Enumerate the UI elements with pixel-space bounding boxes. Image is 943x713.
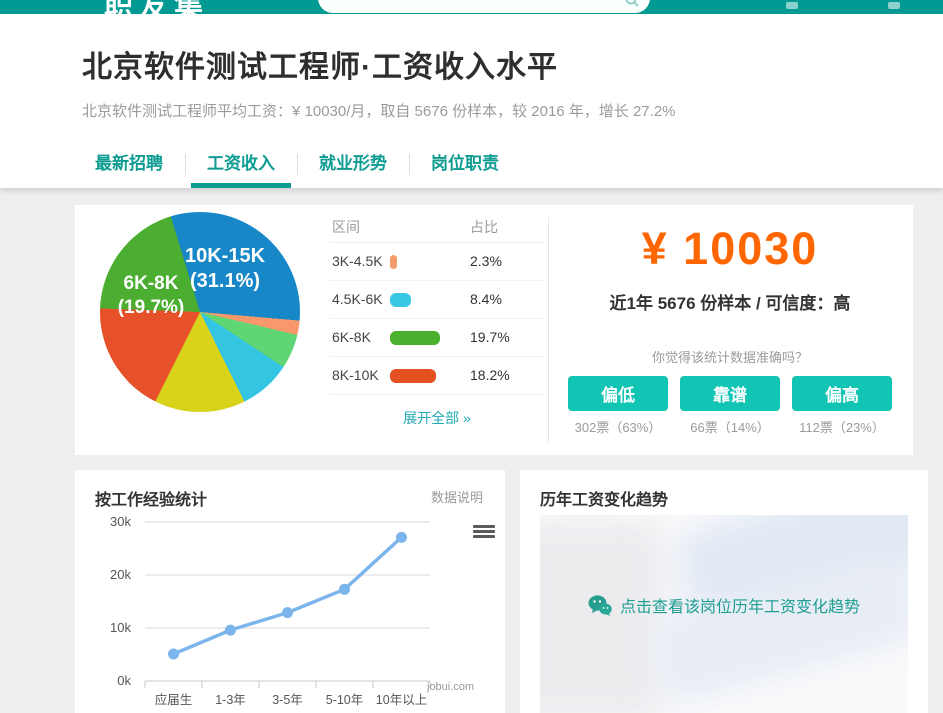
sample-info: 近1年 5676 份样本 / 可信度：高 — [560, 289, 900, 314]
trend-card: 历年工资变化趋势 点击查看该岗位历年工资变化趋势 — [520, 470, 928, 713]
tab-employment-outlook[interactable]: 就业形势 — [297, 142, 409, 188]
wechat-icon — [588, 595, 612, 616]
vote-question: 你觉得该统计数据准确吗？ — [560, 347, 900, 366]
pie-label-line: 10K-15K — [168, 244, 282, 269]
trend-link-text[interactable]: 点击查看该岗位历年工资变化趋势 — [620, 593, 860, 617]
svg-text:3-5年: 3-5年 — [272, 693, 303, 707]
percent-value: 19.7% — [470, 329, 510, 345]
svg-text:0k: 0k — [117, 673, 131, 688]
col-header-range: 区间 — [332, 217, 360, 237]
range-label: 8K-10K — [332, 367, 379, 383]
salary-overview-card: 10K-15K (31.1%) 6K-8K (19.7%) 区间 占比 3K-4… — [75, 205, 913, 455]
vote-fair-button[interactable]: 靠谱 — [680, 376, 780, 411]
percent-value: 2.3% — [470, 253, 502, 269]
vote-count: 302票（63%） — [562, 417, 674, 436]
vote-col-low: 偏低 302票（63%） — [562, 376, 674, 436]
tab-job-duties[interactable]: 岗位职责 — [409, 142, 521, 188]
svg-text:20k: 20k — [110, 567, 131, 582]
expand-all-link[interactable]: 展开全部 » — [330, 408, 544, 428]
trend-link-row[interactable]: 点击查看该岗位历年工资变化趋势 — [540, 593, 908, 617]
experience-line-chart: 0k 10k 20k 30k 应届生 1-3年 3-5年 5-10年 10年以上 — [83, 508, 483, 713]
page-root: 职友集 北京软件测试工程师·工资收入水平 北京软件测试工程师平均工资：¥ 100… — [0, 0, 943, 713]
salary-distribution-table: 区间 占比 3K-4.5K 2.3% 4.5K-6K 8.4% 6K-8K 19… — [330, 213, 544, 428]
table-header-row: 区间 占比 — [330, 213, 544, 243]
vote-buttons-row: 偏低 302票（63%） 靠谱 66票（14%） 偏高 112票（23%） — [560, 376, 900, 436]
page-header: 北京软件测试工程师·工资收入水平 北京软件测试工程师平均工资：¥ 10030/月… — [0, 14, 943, 188]
pie-label-6k-8k: 6K-8K (19.7%) — [100, 272, 202, 320]
range-bar — [390, 369, 436, 383]
search-box — [318, 0, 650, 13]
experience-chart-title: 按工作经验统计 — [95, 486, 207, 510]
header-icon[interactable] — [786, 2, 798, 9]
table-row: 6K-8K 19.7% — [330, 319, 544, 357]
col-header-percent: 占比 — [470, 217, 498, 237]
range-label: 6K-8K — [332, 329, 371, 345]
table-row: 8K-10K 18.2% — [330, 357, 544, 395]
percent-value: 8.4% — [470, 291, 502, 307]
table-row: 4.5K-6K 8.4% — [330, 281, 544, 319]
range-bar — [390, 331, 440, 345]
top-nav-bar: 职友集 — [0, 0, 943, 14]
page-subtitle: 北京软件测试工程师平均工资：¥ 10030/月，取自 5676 份样本，较 20… — [82, 100, 676, 121]
tab-salary-income[interactable]: 工资收入 — [185, 142, 297, 188]
average-salary-value: ¥ 10030 — [560, 223, 900, 275]
range-bar — [390, 255, 397, 269]
experience-chart-card: 按工作经验统计 数据说明 0k 10k 20k 30k 应届生 1-3年 3-5年 5-10年… — [75, 470, 505, 713]
page-title: 北京软件测试工程师·工资收入水平 — [82, 42, 558, 86]
vertical-divider — [548, 217, 549, 443]
search-icon[interactable] — [624, 0, 640, 8]
vote-low-button[interactable]: 偏低 — [568, 376, 668, 411]
pie-label-line: (19.7%) — [100, 296, 202, 320]
search-input[interactable] — [332, 0, 612, 11]
svg-text:10k: 10k — [110, 620, 131, 635]
tab-bar: 最新招聘 工资收入 就业形势 岗位职责 — [73, 142, 521, 188]
svg-text:30k: 30k — [110, 514, 131, 529]
vote-high-button[interactable]: 偏高 — [792, 376, 892, 411]
vote-count: 112票（23%） — [786, 417, 898, 436]
percent-value: 18.2% — [470, 367, 510, 383]
trend-preview-area[interactable]: 点击查看该岗位历年工资变化趋势 — [540, 515, 908, 713]
pie-label-line: 6K-8K — [100, 272, 202, 296]
range-bar — [390, 293, 411, 307]
vote-col-fair: 靠谱 66票（14%） — [674, 376, 786, 436]
trend-title: 历年工资变化趋势 — [540, 486, 668, 510]
header-icon[interactable] — [888, 2, 900, 9]
svg-text:1-3年: 1-3年 — [215, 693, 246, 707]
table-row: 3K-4.5K 2.3% — [330, 243, 544, 281]
data-note-link[interactable]: 数据说明 — [431, 487, 483, 506]
svg-text:10年以上: 10年以上 — [376, 693, 427, 707]
salary-pie-wrap: 10K-15K (31.1%) 6K-8K (19.7%) — [100, 212, 300, 412]
vote-col-high: 偏高 112票（23%） — [786, 376, 898, 436]
salary-stats-panel: ¥ 10030 近1年 5676 份样本 / 可信度：高 你觉得该统计数据准确吗… — [560, 205, 900, 455]
tab-latest-jobs[interactable]: 最新招聘 — [73, 142, 185, 188]
range-label: 4.5K-6K — [332, 291, 383, 307]
site-logo[interactable]: 职友集 — [104, 0, 209, 14]
jobui-watermark: jobui.com — [427, 681, 474, 693]
svg-text:应届生: 应届生 — [155, 692, 193, 707]
svg-text:5-10年: 5-10年 — [326, 693, 364, 707]
range-label: 3K-4.5K — [332, 253, 383, 269]
vote-count: 66票（14%） — [674, 417, 786, 436]
